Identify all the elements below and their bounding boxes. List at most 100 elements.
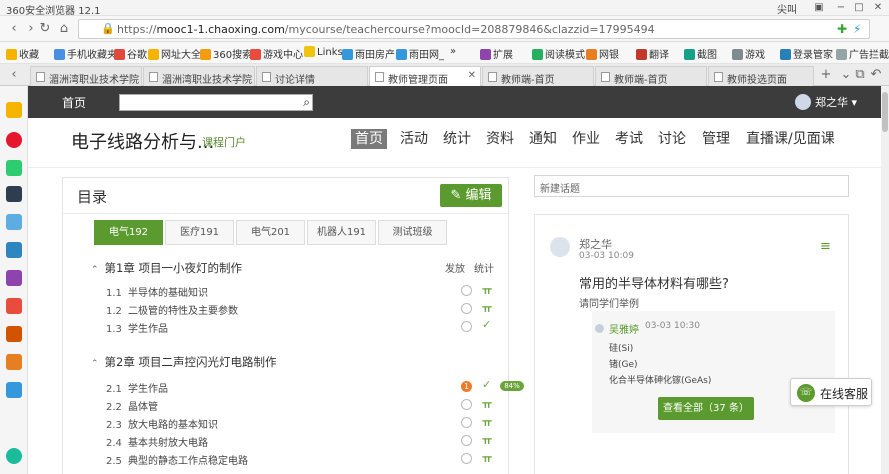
publish-status-icon[interactable] xyxy=(461,321,472,332)
notes-icon[interactable] xyxy=(6,242,22,258)
shopping-icon[interactable] xyxy=(6,298,22,314)
site-home-link[interactable]: 首页 xyxy=(62,94,86,111)
publish-status-icon[interactable] xyxy=(461,435,472,446)
post-author[interactable]: 郑之华 xyxy=(579,236,612,252)
security-shield-icon[interactable]: ✚ xyxy=(837,22,847,36)
bookmark-item[interactable]: 截图 xyxy=(684,46,717,61)
browser-tab[interactable]: 湄洲湾职业技术学院 xyxy=(143,66,255,86)
class-tab[interactable]: 医疗191 xyxy=(165,220,234,245)
bookmark-item[interactable]: 雨田网_ xyxy=(396,46,444,61)
stats-icon[interactable]: ㅠ xyxy=(482,450,492,466)
publish-status-icon[interactable] xyxy=(461,399,472,410)
chapter-row[interactable]: ⌃ 第1章 项目一小夜灯的制作 xyxy=(91,260,242,276)
new-topic-input[interactable]: 新建话题 xyxy=(534,175,849,197)
speed-mode-icon[interactable]: ⚡ xyxy=(853,22,861,36)
publish-status-icon[interactable] xyxy=(461,453,472,464)
class-tab[interactable]: 测试班级 xyxy=(378,220,447,245)
course-nav-homework[interactable]: 作业 xyxy=(572,129,600,149)
close-tab-icon[interactable]: ✕ xyxy=(468,70,476,81)
stats-icon[interactable]: ㅠ xyxy=(482,432,492,448)
browser-tab[interactable]: 教师端-首页 xyxy=(595,66,707,86)
tab-scroll-left-icon[interactable]: ‹ xyxy=(6,67,22,83)
course-nav-exam[interactable]: 考试 xyxy=(615,129,643,149)
app-p-icon[interactable] xyxy=(6,382,22,398)
section-row[interactable]: 2.2 晶体管 xyxy=(106,398,158,413)
collapse-arrow-icon[interactable]: ⌃ xyxy=(91,265,99,275)
favorites-star-icon[interactable] xyxy=(6,102,22,118)
course-portal-link[interactable]: 课程门户 xyxy=(202,134,246,150)
bookmark-item[interactable]: 翻译 xyxy=(636,46,669,61)
publish-status-icon[interactable] xyxy=(461,285,472,296)
bookmark-item[interactable]: 登录管家 xyxy=(780,46,833,61)
class-tab[interactable]: 电气201 xyxy=(236,220,305,245)
restore-tab-icon[interactable]: ⧉ xyxy=(852,67,868,83)
bookmark-item[interactable]: 扩展 xyxy=(480,46,513,61)
course-nav-discussion[interactable]: 讨论 xyxy=(658,129,686,149)
new-tab-icon[interactable]: + xyxy=(818,67,834,83)
check-icon[interactable]: ✓ xyxy=(482,378,491,391)
search-icon[interactable]: ⌕ xyxy=(303,95,310,110)
class-tab[interactable]: 电气192 xyxy=(94,220,163,245)
course-nav-live[interactable]: 直播课/见面课 xyxy=(746,129,835,149)
course-nav-activity[interactable]: 活动 xyxy=(400,129,428,149)
mail-icon[interactable] xyxy=(6,160,22,176)
game2-icon[interactable] xyxy=(6,326,22,342)
bookmark-item[interactable]: 收藏 xyxy=(6,46,39,61)
course-nav-notice[interactable]: 通知 xyxy=(529,129,557,149)
weibo-icon[interactable] xyxy=(6,132,22,148)
undo-close-icon[interactable]: ↶ xyxy=(868,67,884,83)
browser-tab[interactable]: 讨论详情 xyxy=(256,66,368,86)
course-nav-stats[interactable]: 统计 xyxy=(443,129,471,149)
bookmark-item[interactable]: 广告拦截 xyxy=(836,46,889,61)
bookmark-item[interactable]: 网银 xyxy=(586,46,619,61)
bookmark-item[interactable]: 游戏 xyxy=(732,46,765,61)
bookmark-item[interactable]: 游戏中心 xyxy=(250,46,303,61)
site-search-input[interactable]: ⌕ xyxy=(119,94,313,111)
bookmark-item[interactable]: 阅读模式 xyxy=(532,46,585,61)
course-nav-materials[interactable]: 资料 xyxy=(486,129,514,149)
title-right-label[interactable]: 尖叫 xyxy=(777,1,797,16)
add-app-icon[interactable] xyxy=(6,448,22,464)
news-icon[interactable] xyxy=(6,186,22,202)
course-nav-home[interactable]: 首页 xyxy=(351,129,387,149)
section-row[interactable]: 1.3 学生作品 xyxy=(106,320,168,335)
browser-tab-active[interactable]: 教师管理页面 ✕ xyxy=(369,66,481,86)
browser-tab[interactable]: 湄洲湾职业技术学院 xyxy=(30,66,142,86)
stats-icon[interactable]: ㅠ xyxy=(482,282,492,298)
browser-tab[interactable]: 教师端-首页 xyxy=(482,66,594,86)
refresh-icon[interactable]: ↻ xyxy=(37,21,53,37)
section-row[interactable]: 2.4 基本共射放大电路 xyxy=(106,434,208,449)
publish-status-icon[interactable] xyxy=(461,303,472,314)
page-scrollbar[interactable] xyxy=(881,86,889,474)
stats-icon[interactable]: ㅠ xyxy=(482,396,492,412)
section-row[interactable]: 1.2 二极管的特性及主要参数 xyxy=(106,302,238,317)
game-icon[interactable] xyxy=(6,270,22,286)
bookmark-item[interactable]: Links xyxy=(304,46,343,58)
bookmark-item[interactable]: 360搜索 xyxy=(200,46,252,61)
close-window-icon[interactable]: ✕ xyxy=(867,0,889,15)
browser-tab[interactable]: 教师投选页面 xyxy=(708,66,814,86)
scrollbar-thumb[interactable] xyxy=(882,92,888,132)
post-question[interactable]: 常用的半导体材料有哪些? xyxy=(579,273,729,292)
class-tab[interactable]: 机器人191 xyxy=(307,220,376,245)
game3-icon[interactable] xyxy=(6,354,22,370)
online-service-button[interactable]: ☏ 在线客服 xyxy=(790,378,872,406)
back-icon[interactable]: ‹ xyxy=(6,21,22,37)
section-row[interactable]: 1.1 半导体的基础知识 xyxy=(106,284,208,299)
chapter-row[interactable]: ⌃ 第2章 项目二声控闪光灯电路制作 xyxy=(91,354,277,370)
bookmark-item[interactable]: 网址大全 xyxy=(148,46,201,61)
skin-icon[interactable]: ▣ xyxy=(808,0,830,15)
post-menu-icon[interactable]: ≡ xyxy=(820,239,831,254)
doc-icon[interactable] xyxy=(6,214,22,230)
publish-status-icon[interactable] xyxy=(461,417,472,428)
view-all-replies-button[interactable]: 查看全部（37 条） xyxy=(658,397,754,420)
bookmarks-more-icon[interactable]: » xyxy=(450,46,456,57)
section-row[interactable]: 2.5 典型的静态工作点稳定电路 xyxy=(106,452,248,467)
unread-badge[interactable]: 1 xyxy=(461,381,472,392)
reply-author[interactable]: 吴雅婷 xyxy=(609,321,639,336)
section-row[interactable]: 2.3 放大电路的基本知识 xyxy=(106,416,218,431)
url-input[interactable]: 🔒 https://mooc1-1.chaoxing.com/mycourse/… xyxy=(78,19,870,39)
course-nav-manage[interactable]: 管理 xyxy=(702,129,730,149)
check-icon[interactable]: ✓ xyxy=(482,318,491,331)
home-icon[interactable]: ⌂ xyxy=(56,21,72,37)
